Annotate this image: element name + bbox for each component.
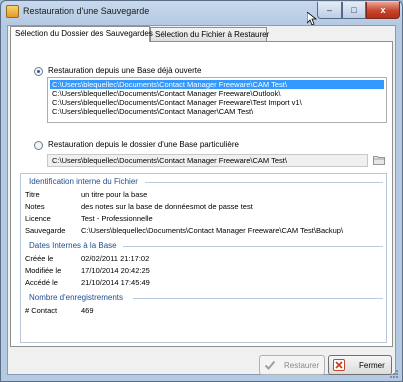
tab-backup-folder[interactable]: Sélection du Dossier des Sauvegardes [10, 26, 153, 42]
section-divider [133, 298, 383, 299]
row-label-accessed: Accédé le [25, 278, 58, 287]
row-label-created: Créée le [25, 254, 54, 263]
row-label-notes: Notes [25, 202, 45, 211]
restore-button-label: Restaurer [284, 361, 320, 370]
window-title: Restauration d'une Sauvegarde [23, 6, 150, 16]
radio-open-database[interactable] [34, 67, 43, 76]
database-listbox[interactable]: C:\Users\blequellec\Documents\Contact Ma… [47, 77, 387, 123]
radio-particular-folder[interactable] [34, 141, 43, 150]
close-window-button[interactable]: x [366, 2, 400, 19]
restore-button[interactable]: Restaurer [259, 355, 325, 375]
tab-file-to-restore[interactable]: Sélection du Fichier à Restaurer [150, 27, 269, 41]
section-title-records: Nombre d'enregistrements [29, 293, 124, 302]
title-bar[interactable]: Restauration d'une Sauvegarde – □ x [1, 1, 402, 25]
row-value-modified: 17/10/2014 20:42:25 [81, 266, 150, 275]
radio-particular-folder-label[interactable]: Restauration depuis le dossier d'une Bas… [48, 140, 239, 149]
row-value-contact-count: 469 [81, 306, 94, 315]
restore-dialog-window: Restauration d'une Sauvegarde – □ x Séle… [0, 0, 403, 382]
row-value-title: un titre pour la base [81, 190, 148, 199]
row-label-backup: Sauvegarde [25, 226, 66, 235]
dialog-client-area: Sélection du Dossier des Sauvegardes Sél… [7, 25, 396, 375]
checkmark-icon [264, 360, 276, 370]
list-item[interactable]: C:\Users\blequellec\Documents\Contact Ma… [50, 107, 384, 116]
row-label-license: Licence [25, 214, 51, 223]
tab-panel-backup-folder: Restauration depuis une Base déjà ouvert… [10, 41, 393, 347]
row-label-title: Titre [25, 190, 40, 199]
file-info-panel: Identification interne du Fichier Titre … [20, 173, 387, 343]
red-x-icon [333, 359, 345, 371]
row-label-contact-count: # Contact [25, 306, 58, 315]
close-button[interactable]: Fermer [328, 355, 392, 375]
row-value-accessed: 21/10/2014 17:45:49 [81, 278, 150, 287]
section-divider [123, 246, 383, 247]
backup-restore-icon [6, 5, 19, 18]
list-item[interactable]: C:\Users\blequellec\Documents\Contact Ma… [50, 80, 384, 89]
close-button-label: Fermer [359, 361, 385, 370]
folder-path-field[interactable]: C:\Users\blequellec\Documents\Contact Ma… [47, 154, 368, 167]
maximize-button[interactable]: □ [342, 2, 366, 19]
list-item[interactable]: C:\Users\blequellec\Documents\Contact Ma… [50, 98, 384, 107]
resize-grip-icon[interactable] [389, 369, 399, 379]
radio-open-database-label[interactable]: Restauration depuis une Base déjà ouvert… [48, 66, 201, 75]
minimize-button[interactable]: – [317, 2, 342, 19]
row-value-created: 02/02/2011 21:17:02 [81, 254, 150, 263]
folder-icon[interactable] [373, 155, 385, 165]
row-label-modified: Modifiée le [25, 266, 62, 275]
list-item[interactable]: C:\Users\blequellec\Documents\Contact Ma… [50, 89, 384, 98]
row-value-backup: C:\Users\blequellec\Documents\Contact Ma… [81, 226, 344, 235]
section-divider [145, 182, 383, 183]
row-value-notes: des notes sur la base de donnéesmot de p… [81, 202, 253, 211]
section-title-identification: Identification interne du Fichier [29, 177, 138, 186]
mouse-cursor-icon [307, 12, 317, 26]
row-value-license: Test - Professionnelle [81, 214, 153, 223]
section-title-dates: Dates Internes à la Base [29, 241, 117, 250]
